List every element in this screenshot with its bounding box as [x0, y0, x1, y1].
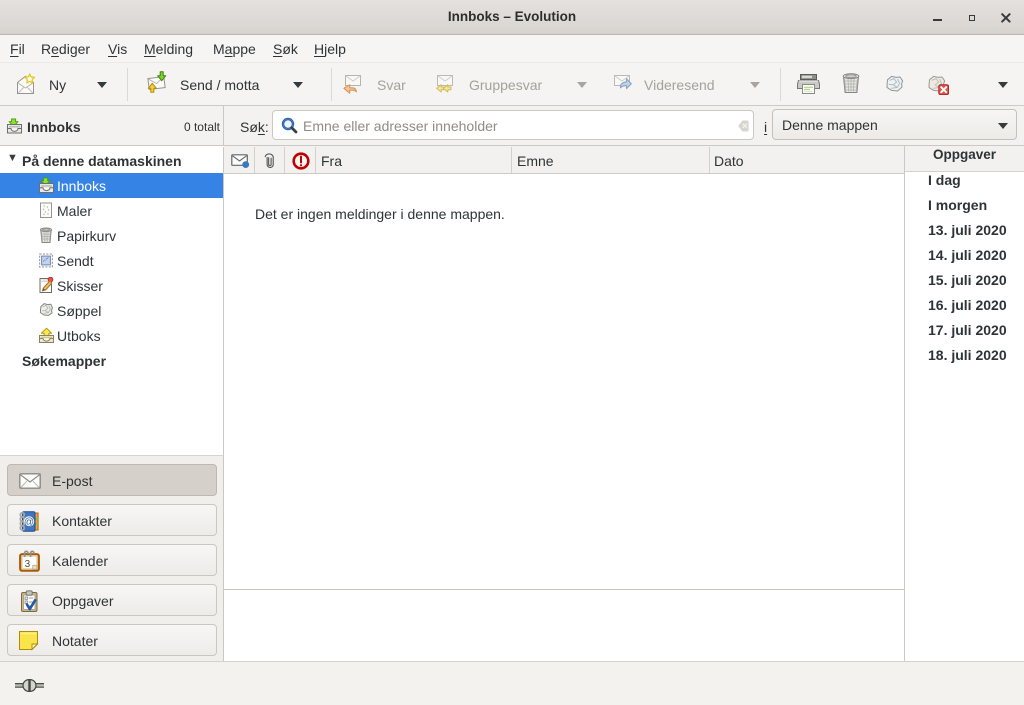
svg-text:@: @ [24, 517, 34, 528]
svg-text:3: 3 [25, 559, 31, 570]
